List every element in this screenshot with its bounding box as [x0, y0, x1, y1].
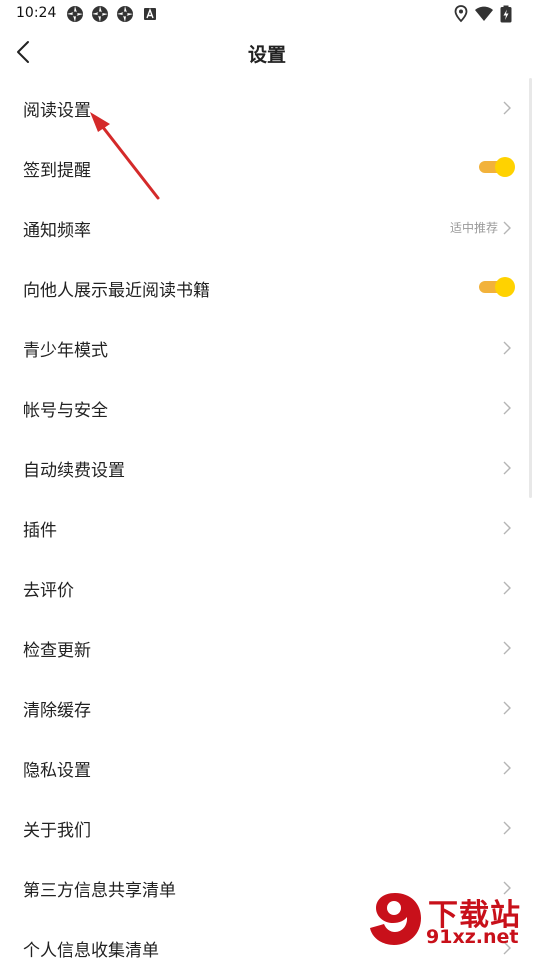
- setting-about-us[interactable]: 关于我们: [0, 798, 534, 858]
- setting-label: 去评价: [23, 581, 74, 601]
- setting-label: 阅读设置: [23, 101, 91, 121]
- toggle-knob: [495, 277, 515, 297]
- scrollbar[interactable]: [529, 78, 532, 498]
- setting-label: 自动续费设置: [23, 461, 125, 481]
- setting-label: 青少年模式: [23, 341, 108, 361]
- aperture-icon: [117, 6, 133, 22]
- setting-label: 个人信息收集清单: [23, 941, 159, 961]
- font-a-icon: [144, 8, 156, 20]
- setting-label: 清除缓存: [23, 701, 91, 721]
- setting-check-update[interactable]: 检查更新: [0, 618, 534, 678]
- location-icon: [454, 5, 468, 23]
- chevron-right-icon: [503, 821, 511, 835]
- setting-label: 检查更新: [23, 641, 91, 661]
- wifi-icon: [475, 6, 493, 21]
- setting-label: 隐私设置: [23, 761, 91, 781]
- setting-label: 关于我们: [23, 821, 91, 841]
- chevron-right-icon: [503, 521, 511, 535]
- settings-list: 阅读设置 签到提醒 通知频率 适中推荐 向他人展示最近阅读书籍 青少年模式 帐号…: [0, 78, 534, 978]
- status-bar: 10:24: [0, 0, 534, 28]
- status-time: 10:24: [16, 5, 57, 21]
- page-title: 设置: [247, 44, 286, 66]
- checkin-reminder-toggle[interactable]: [477, 157, 515, 177]
- setting-label: 插件: [23, 521, 57, 541]
- setting-label: 通知频率: [23, 221, 91, 241]
- setting-checkin-reminder[interactable]: 签到提醒: [0, 138, 534, 198]
- chevron-right-icon: [503, 401, 511, 415]
- chevron-right-icon: [503, 581, 511, 595]
- setting-privacy[interactable]: 隐私设置: [0, 738, 534, 798]
- aperture-icon: [67, 6, 83, 22]
- chevron-right-icon: [503, 761, 511, 775]
- setting-label: 向他人展示最近阅读书籍: [23, 281, 210, 301]
- chevron-right-icon: [503, 221, 511, 235]
- setting-label: 第三方信息共享清单: [23, 881, 176, 901]
- setting-label: 签到提醒: [23, 161, 91, 181]
- watermark-bottom-text: 91xz.net: [426, 926, 519, 948]
- header: 设置: [0, 28, 534, 76]
- setting-account-security[interactable]: 帐号与安全: [0, 378, 534, 438]
- chevron-right-icon: [503, 461, 511, 475]
- setting-rate-app[interactable]: 去评价: [0, 558, 534, 618]
- setting-notification-frequency[interactable]: 通知频率 适中推荐: [0, 198, 534, 258]
- show-recent-books-toggle[interactable]: [477, 277, 515, 297]
- setting-reading[interactable]: 阅读设置: [0, 78, 534, 138]
- aperture-icon: [92, 6, 108, 22]
- chevron-right-icon: [503, 701, 511, 715]
- watermark-badge-icon: [370, 893, 421, 945]
- setting-plugins[interactable]: 插件: [0, 498, 534, 558]
- watermark-logo: 下载站 91xz.net: [364, 888, 534, 950]
- setting-value: 适中推荐: [449, 221, 498, 235]
- battery-charging-icon: [500, 5, 512, 23]
- setting-teen-mode[interactable]: 青少年模式: [0, 318, 534, 378]
- setting-label: 帐号与安全: [23, 401, 108, 421]
- chevron-right-icon: [503, 641, 511, 655]
- chevron-right-icon: [503, 341, 511, 355]
- toggle-knob: [495, 157, 515, 177]
- setting-clear-cache[interactable]: 清除缓存: [0, 678, 534, 738]
- setting-auto-renewal[interactable]: 自动续费设置: [0, 438, 534, 498]
- status-system-icons: [454, 5, 518, 23]
- setting-show-recent-books[interactable]: 向他人展示最近阅读书籍: [0, 258, 534, 318]
- chevron-right-icon: [503, 101, 511, 115]
